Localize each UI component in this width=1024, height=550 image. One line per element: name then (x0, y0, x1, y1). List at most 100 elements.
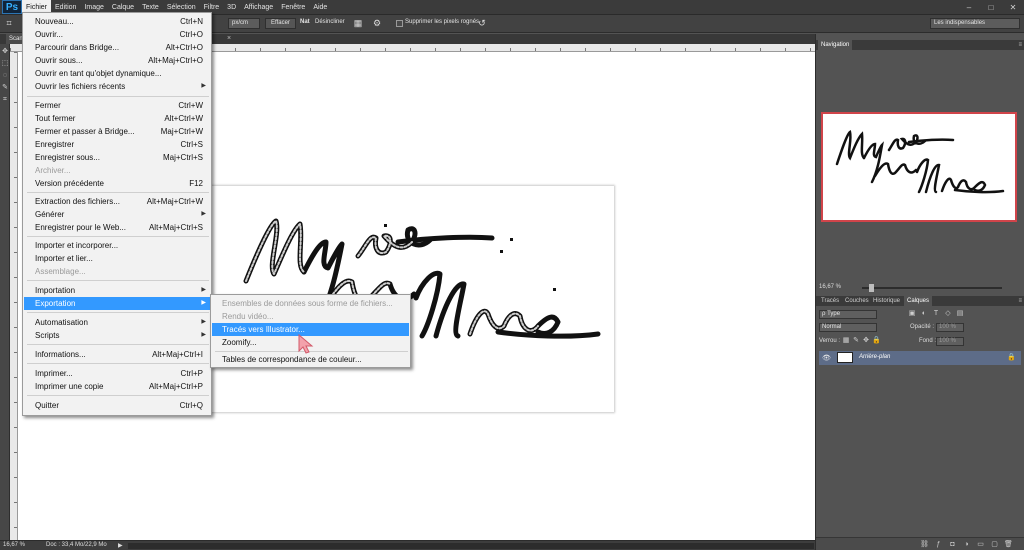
add-mask-icon[interactable]: ◘ (948, 540, 957, 549)
navigator-zoom-slider-knob[interactable] (868, 284, 874, 292)
clear-button[interactable]: Effacer (265, 18, 296, 29)
menu-item-ouvrir-sous[interactable]: Ouvrir sous... Alt+Maj+Ctrl+O (24, 54, 210, 67)
zoom-level[interactable]: 16,67 % (3, 542, 25, 548)
submenu-arrow-icon: ▶ (201, 287, 206, 293)
panel-menu-icon[interactable]: ≡ (1018, 296, 1022, 306)
lock-transparency-icon[interactable]: ▦ (842, 337, 850, 345)
layers-footer: ⛓ ƒ ◘ ◑ ▭ ▢ 🗑 (816, 537, 1024, 550)
menu-item-fermer-bridge[interactable]: Fermer et passer à Bridge... Maj+Ctrl+W (24, 125, 210, 138)
menu-item-exportation[interactable]: Exportation ▶ (24, 297, 210, 310)
menu-item-enregistrer-web[interactable]: Enregistrer pour le Web... Alt+Maj+Ctrl+S (24, 221, 210, 234)
horizontal-scrollbar[interactable] (128, 543, 814, 549)
maximize-button[interactable]: □ (980, 0, 1002, 15)
tab-traces[interactable]: Tracés (818, 296, 842, 306)
menu-item-scripts[interactable]: Scripts ▶ (24, 329, 210, 342)
menu-item-generer[interactable]: Générer ▶ (24, 208, 210, 221)
menu-item-importer-incorporer[interactable]: Importer et incorporer... (24, 239, 210, 252)
grid-overlay-icon[interactable]: ▦ (352, 18, 364, 29)
menu-item-automatisation[interactable]: Automatisation ▶ (24, 316, 210, 329)
menu-item-fermer[interactable]: Fermer Ctrl+W (24, 99, 210, 112)
layer-filter-type[interactable]: ρ Type (819, 310, 877, 319)
filter-smart-object-icon[interactable]: ▤ (956, 310, 964, 318)
layer-row-background[interactable]: 👁 Arrière-plan 🔒 (819, 351, 1021, 365)
navigator-preview[interactable] (821, 112, 1017, 222)
reset-icon[interactable]: ↺ (476, 18, 488, 29)
layer-name[interactable]: Arrière-plan (859, 354, 890, 360)
menu-aide[interactable]: Aide (309, 0, 331, 15)
menu-item-fichiers-recents[interactable]: Ouvrir les fichiers récents ▶ (24, 80, 210, 93)
move-tool-icon[interactable]: ✥ (1, 48, 9, 56)
menu-item-importation[interactable]: Importation ▶ (24, 284, 210, 297)
lock-position-icon[interactable]: ✥ (862, 337, 870, 345)
close-button[interactable]: ✕ (1002, 0, 1024, 15)
tab-navigation[interactable]: Navigation (818, 40, 853, 50)
lasso-tool-icon[interactable]: ◌ (1, 72, 9, 80)
tab-couches[interactable]: Couches (842, 296, 872, 306)
menu-separator (27, 280, 209, 281)
menu-item-enregistrer[interactable]: Enregistrer Ctrl+S (24, 138, 210, 151)
tab-historique[interactable]: Historique (870, 296, 903, 306)
fill-field[interactable]: 100 % (936, 337, 964, 346)
layer-thumbnail (837, 352, 853, 363)
workspace-select[interactable]: Les indispensables (930, 18, 1020, 29)
filter-text-icon[interactable]: T (932, 310, 940, 318)
lock-pixels-icon[interactable]: ✎ (852, 337, 860, 345)
menu-item-imprimer-copie[interactable]: Imprimer une copie Alt+Maj+Ctrl+P (24, 380, 210, 393)
tab-close-icon[interactable]: × (227, 34, 231, 44)
menu-item-informations[interactable]: Informations... Alt+Maj+Ctrl+I (24, 348, 210, 361)
submenu-arrow-icon: ▶ (201, 300, 206, 306)
menu-affichage[interactable]: Affichage (240, 0, 277, 15)
menu-item-importer-lier[interactable]: Importer et lier... (24, 252, 210, 265)
menu-separator (27, 192, 209, 193)
menu-item-quitter[interactable]: Quitter Ctrl+Q (24, 399, 210, 412)
blend-mode-select[interactable]: Normal (819, 323, 877, 332)
menu-item-tout-fermer[interactable]: Tout fermer Alt+Ctrl+W (24, 112, 210, 125)
minimize-button[interactable]: – (958, 0, 980, 15)
menu-item-ouvrir[interactable]: Ouvrir... Ctrl+O (24, 28, 210, 41)
navigator-header: Navigation ≡ (816, 40, 1024, 50)
menu-item-extraction[interactable]: Extraction des fichiers... Alt+Maj+Ctrl+W (24, 195, 210, 208)
navigator-zoom-slider[interactable] (862, 284, 1002, 292)
link-layers-icon[interactable]: ⛓ (920, 540, 929, 549)
straighten-button[interactable]: Désincliner (315, 19, 345, 25)
menu-item-archiver: Archiver... (35, 166, 71, 175)
menu-item-nouveau[interactable]: Nouveau... Ctrl+N (24, 15, 210, 28)
unit-select[interactable]: px/cm (228, 18, 260, 29)
menu-item-version-precedente[interactable]: Version précédente F12 (24, 177, 210, 190)
menu-fenetre[interactable]: Fenêtre (277, 0, 309, 15)
menu-item-enregistrer-sous[interactable]: Enregistrer sous... Maj+Ctrl+S (24, 151, 210, 164)
submenu-item-ensembles-donnees: Ensembles de données sous forme de fichi… (222, 299, 393, 308)
tab-calques[interactable]: Calques (904, 296, 933, 306)
mouse-cursor-icon (298, 333, 314, 354)
nat-label: Nat (300, 19, 310, 25)
marquee-tool-icon[interactable]: ⬚ (1, 60, 9, 68)
quick-select-tool-icon[interactable]: ✎ (1, 84, 9, 92)
lock-all-icon[interactable]: 🔒 (872, 337, 881, 345)
menu-item-ouvrir-objet-dynamique[interactable]: Ouvrir en tant qu'objet dynamique... (24, 67, 210, 80)
delete-cropped-label: Supprimer les pixels rognés (405, 19, 480, 25)
layer-style-icon[interactable]: ƒ (934, 540, 943, 549)
filter-pixel-icon[interactable]: ▣ (908, 310, 916, 318)
navigator-zoom-value[interactable]: 16,67 % (819, 284, 841, 290)
crop-tool-icon[interactable]: ⌗ (1, 96, 9, 104)
crop-tool-icon[interactable]: ⌗ (3, 18, 15, 29)
filter-adjustment-icon[interactable]: ◐ (920, 310, 928, 318)
visibility-eye-icon[interactable]: 👁 (822, 354, 831, 362)
gear-icon[interactable]: ⚙ (371, 18, 383, 29)
adjustment-layer-icon[interactable]: ◑ (962, 540, 971, 549)
export-submenu: Ensembles de données sous forme de fichi… (210, 294, 411, 368)
menu-3d[interactable]: 3D (223, 0, 240, 15)
new-layer-icon[interactable]: ▢ (990, 540, 999, 549)
delete-cropped-checkbox[interactable] (396, 20, 403, 27)
menu-item-parcourir-bridge[interactable]: Parcourir dans Bridge... Alt+Ctrl+O (24, 41, 210, 54)
filter-shape-icon[interactable]: ◇ (944, 310, 952, 318)
opacity-field[interactable]: 100 % (936, 323, 964, 332)
trash-icon[interactable]: 🗑 (1004, 540, 1013, 549)
submenu-arrow-icon: ▶ (201, 319, 206, 325)
status-menu-arrow-icon[interactable]: ▶ (118, 542, 123, 549)
opacity-label: Opacité : (910, 324, 935, 330)
menu-item-imprimer[interactable]: Imprimer... Ctrl+P (24, 367, 210, 380)
vertical-ruler (10, 52, 18, 540)
panel-menu-icon[interactable]: ≡ (1018, 40, 1022, 50)
new-group-icon[interactable]: ▭ (976, 540, 985, 549)
